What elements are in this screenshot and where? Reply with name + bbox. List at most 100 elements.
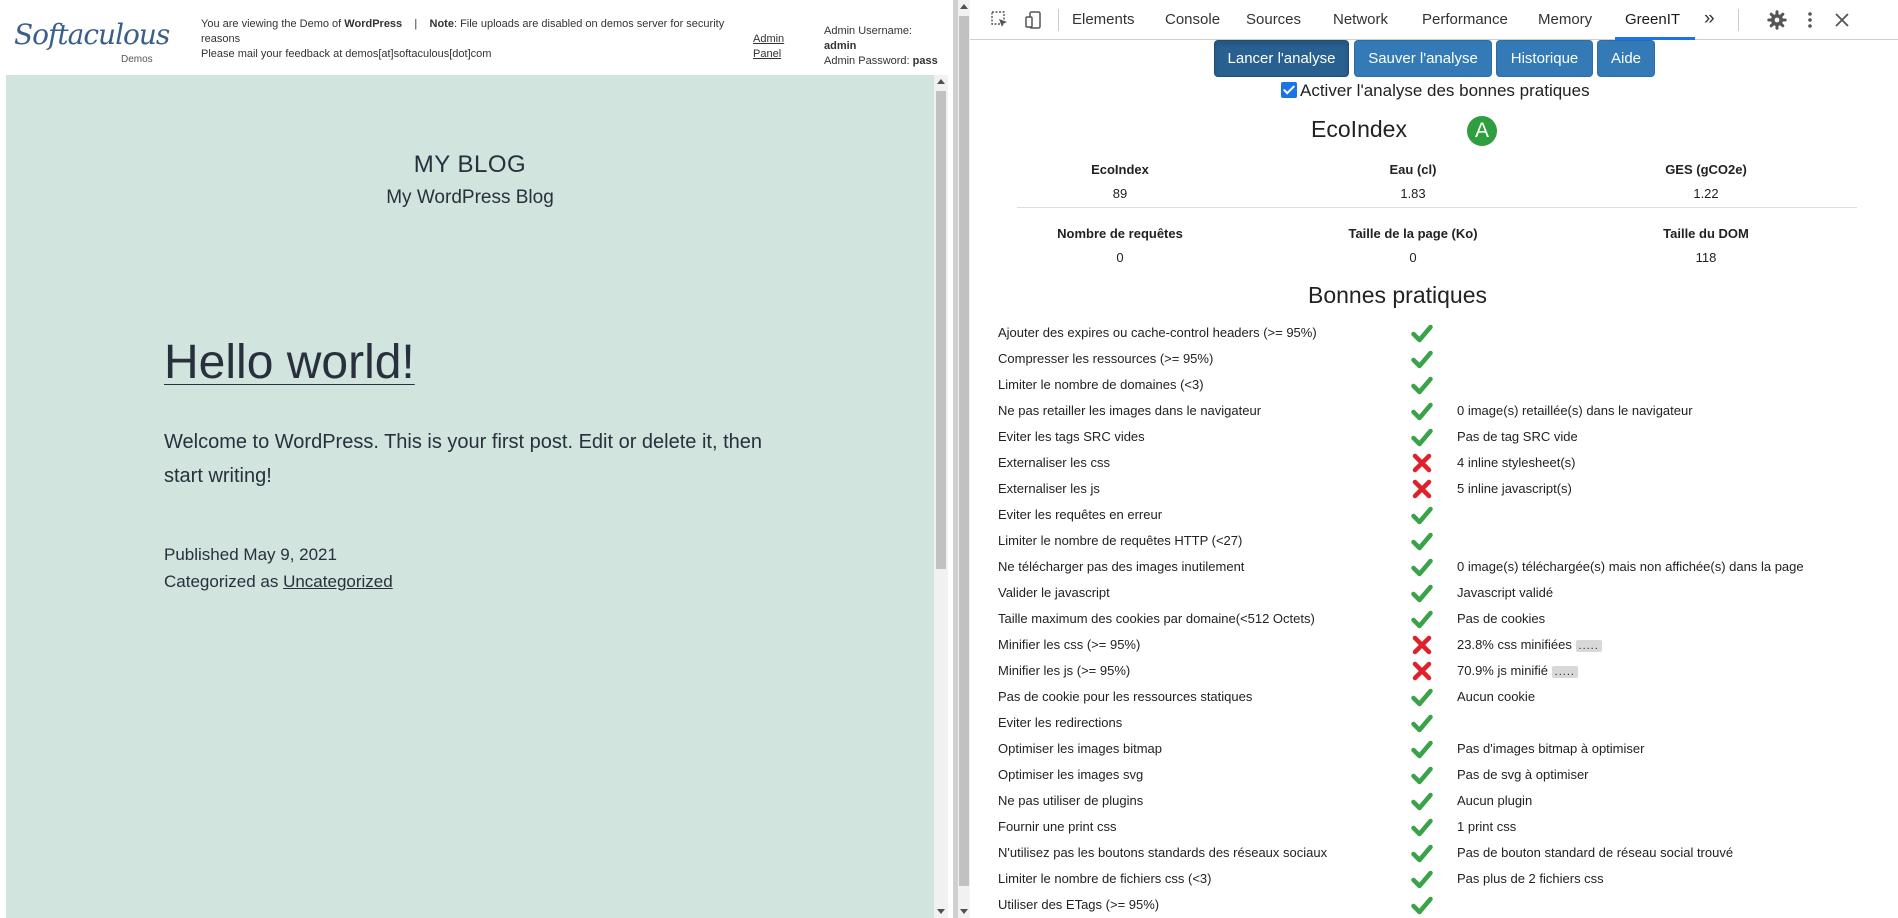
post-title-link[interactable]: Hello world! [164, 335, 415, 390]
wordpress-page: MY BLOG My WordPress Blog Hello world! W… [6, 75, 934, 918]
practice-row: Utiliser des ETags (>= 95%) [970, 892, 1898, 918]
practice-details-toggle[interactable]: ..... [1575, 640, 1602, 652]
check-icon [1411, 738, 1433, 760]
metric-ges-label: GES (gCO2e) [1665, 162, 1747, 177]
practice-row: Limiter le nombre de fichiers css (<3) Pa… [970, 866, 1898, 892]
site-description: My WordPress Blog [386, 187, 554, 208]
practice-comment: 23.8% css minifiées ..... [1457, 637, 1602, 652]
practice-comment: 0 image(s) téléchargée(s) mais non affic… [1457, 559, 1804, 574]
practice-label: Externaliser les css [998, 455, 1110, 470]
practice-comment: Javascript validé [1457, 585, 1553, 600]
best-practices-checkbox[interactable] [1281, 82, 1297, 98]
practice-comment-text: 4 inline stylesheet(s) [1457, 455, 1576, 470]
practice-row: Pas de cookie pour les ressources statiq… [970, 684, 1898, 710]
scrollbar-thumb[interactable] [936, 91, 946, 569]
practice-row: Compresser les ressources (>= 95%) [970, 346, 1898, 372]
devtools-toolbar: Elements Console Sources Network Perform… [970, 0, 1898, 40]
published-label: Published [164, 545, 239, 564]
category-label: Categorized as [164, 572, 279, 591]
more-tabs-icon[interactable]: » [1704, 8, 1715, 30]
inspect-element-icon[interactable] [990, 10, 1010, 30]
admin-password-value: pass [912, 55, 938, 67]
tab-network[interactable]: Network [1333, 11, 1388, 28]
scroll-up-arrow-icon[interactable] [960, 4, 968, 9]
scrollbar-thumb[interactable] [959, 16, 969, 886]
page-scrollbar[interactable] [934, 75, 948, 918]
tab-memory[interactable]: Memory [1538, 11, 1592, 28]
help-button[interactable]: Aide [1597, 40, 1655, 77]
demo-message: You are viewing the Demo of WordPress | … [201, 17, 741, 62]
tab-greenit[interactable]: GreenIT [1625, 11, 1680, 28]
demo-feedback-text: Please mail your feedback at demos[at]so… [201, 48, 492, 60]
scroll-up-arrow-icon[interactable] [937, 79, 945, 84]
practice-comment-text: Pas de tag SRC vide [1457, 429, 1578, 444]
demo-note-label: Note [429, 18, 454, 30]
check-icon [1411, 582, 1433, 604]
toolbar-separator [1058, 9, 1059, 31]
best-practices-checkbox-label: Activer l'analyse des bonnes pratiques [1300, 81, 1590, 100]
practice-label: Limiter le nombre de fichiers css (<3) [998, 871, 1212, 886]
tab-sources[interactable]: Sources [1246, 11, 1301, 28]
practice-comment: Pas plus de 2 fichiers css [1457, 871, 1604, 886]
practice-row: Eviter les redirections [970, 710, 1898, 736]
tab-performance[interactable]: Performance [1422, 11, 1508, 28]
softaculous-logo[interactable]: Softaculous Demos [14, 18, 170, 70]
demo-message-prefix: You are viewing the Demo of [201, 18, 342, 30]
scroll-down-arrow-icon[interactable] [937, 909, 945, 914]
practice-row: Ne pas utiliser de plugins Aucun plugin [970, 788, 1898, 814]
logo-subtitle: Demos [121, 54, 153, 65]
practice-comment: Pas de tag SRC vide [1457, 429, 1578, 444]
check-icon [1411, 764, 1433, 786]
practice-row: Ne télécharger pas des images inutilemen… [970, 554, 1898, 580]
scroll-down-arrow-icon[interactable] [960, 909, 968, 914]
practice-label: Eviter les tags SRC vides [998, 429, 1145, 444]
toolbar-separator [1738, 9, 1739, 31]
close-icon[interactable] [1832, 10, 1852, 30]
practice-label: Compresser les ressources (>= 95%) [998, 351, 1214, 366]
devtools-panel: Elements Console Sources Network Perform… [958, 0, 1898, 918]
save-analysis-button[interactable]: Sauver l'analyse [1354, 40, 1492, 77]
practice-comment: Pas de svg à optimiser [1457, 767, 1589, 782]
metrics-divider [1017, 207, 1857, 208]
practice-comment: 70.9% js minifié ..... [1457, 663, 1578, 678]
practice-row: Eviter les requêtes en erreur [970, 502, 1898, 528]
practice-comment: Pas d'images bitmap à optimiser [1457, 741, 1644, 756]
category-link[interactable]: Uncategorized [283, 572, 393, 591]
admin-panel-link[interactable]: Admin Panel [753, 32, 793, 62]
devtools-scrollbar[interactable] [958, 0, 970, 918]
check-icon [1411, 348, 1433, 370]
practice-row: Externaliser les js 5 inline javascript(s… [970, 476, 1898, 502]
metric-water-value: 1.83 [1400, 186, 1426, 201]
settings-gear-icon[interactable] [1767, 10, 1787, 30]
practice-label: N'utilisez pas les boutons standards des… [998, 845, 1328, 860]
ecoindex-heading: EcoIndex [970, 116, 1748, 143]
metric-ecoindex-label: EcoIndex [1091, 162, 1149, 177]
tab-console[interactable]: Console [1165, 11, 1220, 28]
practice-row: Ne pas retailler les images dans le navi… [970, 398, 1898, 424]
cross-icon [1411, 660, 1433, 682]
practice-comment-text: 1 print css [1457, 819, 1517, 834]
practice-label: Externaliser les js [998, 481, 1100, 496]
practice-comment-text: Pas de cookies [1457, 611, 1546, 626]
practice-label: Limiter le nombre de requêtes HTTP (<27) [998, 533, 1243, 548]
practice-comment-text: 70.9% js minifié [1457, 663, 1549, 678]
practice-comment: 0 image(s) retaillée(s) dans le navigate… [1457, 403, 1693, 418]
metric-dom-size-value: 118 [1695, 250, 1717, 265]
metric-page-size-label: Taille de la page (Ko) [1348, 226, 1478, 241]
site-title[interactable]: MY BLOG [6, 151, 934, 179]
device-toolbar-icon[interactable] [1024, 10, 1044, 30]
more-options-icon[interactable] [1800, 10, 1820, 30]
tab-elements[interactable]: Elements [1072, 11, 1135, 28]
practice-row: Taille maximum des cookies par domaine(<… [970, 606, 1898, 632]
launch-analysis-button[interactable]: Lancer l'analyse [1214, 40, 1349, 77]
practice-details-toggle[interactable]: ..... [1551, 666, 1578, 678]
admin-password-label: Admin Password: [824, 55, 910, 67]
practice-label: Minifier les js (>= 95%) [998, 663, 1131, 678]
check-icon [1411, 400, 1433, 422]
practice-comment: Aucun plugin [1457, 793, 1532, 808]
practice-comment: Pas de bouton standard de réseau social … [1457, 845, 1733, 860]
history-button[interactable]: Historique [1496, 40, 1593, 77]
check-icon [1411, 868, 1433, 890]
practice-comment-text: 0 image(s) retaillée(s) dans le navigate… [1457, 403, 1693, 418]
practice-row: Minifier les css (>= 95%) 23.8% css minif… [970, 632, 1898, 658]
